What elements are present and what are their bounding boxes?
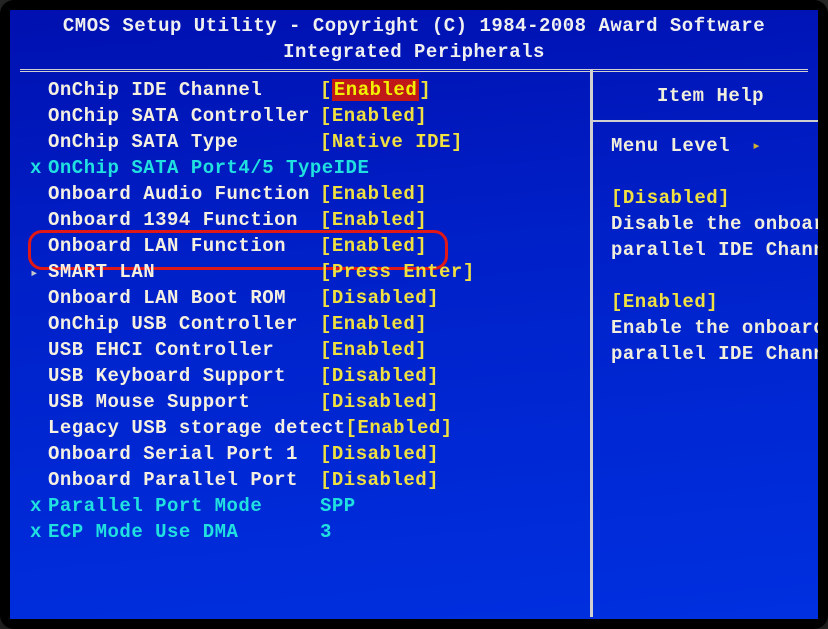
page-title: CMOS Setup Utility - Copyright (C) 1984-… xyxy=(63,15,765,37)
setting-row[interactable]: Onboard Audio Function[Enabled] xyxy=(30,182,582,208)
help-text: parallel IDE Chann xyxy=(611,342,810,368)
setting-value: SPP xyxy=(320,494,356,520)
row-prefix: x xyxy=(30,494,48,520)
setting-label: OnChip SATA Type xyxy=(48,130,320,156)
help-title: Item Help xyxy=(611,78,810,120)
setting-row: xECP Mode Use DMA3 xyxy=(30,520,582,546)
setting-value: [Enabled] xyxy=(346,416,453,442)
setting-value: [Disabled] xyxy=(320,364,439,390)
help-heading: [Enabled] xyxy=(611,290,810,316)
setting-value: [Enabled] xyxy=(320,78,431,104)
setting-label: Onboard LAN Function xyxy=(48,234,320,260)
setting-value: [Press Enter] xyxy=(320,260,475,286)
setting-value: [Enabled] xyxy=(320,338,427,364)
setting-label: Parallel Port Mode xyxy=(48,494,320,520)
menu-level: Menu Level ▸ xyxy=(611,134,810,160)
help-text: Enable the onboard xyxy=(611,316,810,342)
setting-value: [Enabled] xyxy=(320,234,427,260)
setting-label: Onboard Serial Port 1 xyxy=(48,442,320,468)
setting-value: [Enabled] xyxy=(320,104,427,130)
setting-value: [Disabled] xyxy=(320,442,439,468)
setting-value: 3 xyxy=(320,520,332,546)
setting-value: [Enabled] xyxy=(320,208,427,234)
setting-value: [Enabled] xyxy=(320,182,427,208)
setting-label: Onboard Parallel Port xyxy=(48,468,320,494)
setting-value: [Disabled] xyxy=(320,468,439,494)
setting-value: [Disabled] xyxy=(320,286,439,312)
help-heading: [Disabled] xyxy=(611,186,810,212)
setting-row[interactable]: Legacy USB storage detect[Enabled] xyxy=(30,416,582,442)
setting-value: [Disabled] xyxy=(320,390,439,416)
help-text: Disable the onboar xyxy=(611,212,810,238)
setting-label: Onboard Audio Function xyxy=(48,182,320,208)
setting-row[interactable]: OnChip SATA Type[Native IDE] xyxy=(30,130,582,156)
setting-row[interactable]: USB Mouse Support[Disabled] xyxy=(30,390,582,416)
setting-value: IDE xyxy=(334,156,370,182)
row-prefix: x xyxy=(30,520,48,546)
setting-label: USB Keyboard Support xyxy=(48,364,320,390)
setting-label: OnChip IDE Channel xyxy=(48,78,320,104)
chevron-right-icon: ▸ xyxy=(752,137,762,157)
help-panel: Item Help Menu Level ▸ [Disabled]Disable… xyxy=(593,72,818,617)
setting-row[interactable]: SMART LAN[Press Enter] xyxy=(30,260,582,286)
setting-row: xParallel Port ModeSPP xyxy=(30,494,582,520)
setting-row[interactable]: Onboard Parallel Port[Disabled] xyxy=(30,468,582,494)
row-prefix xyxy=(30,260,48,286)
setting-row[interactable]: OnChip USB Controller[Enabled] xyxy=(30,312,582,338)
setting-row[interactable]: Onboard Serial Port 1[Disabled] xyxy=(30,442,582,468)
help-divider xyxy=(593,120,818,122)
setting-row[interactable]: USB EHCI Controller[Enabled] xyxy=(30,338,582,364)
setting-row[interactable]: USB Keyboard Support[Disabled] xyxy=(30,364,582,390)
setting-row[interactable]: Onboard LAN Function[Enabled] xyxy=(30,234,582,260)
setting-label: OnChip SATA Controller xyxy=(48,104,320,130)
row-prefix: x xyxy=(30,156,48,182)
setting-label: OnChip USB Controller xyxy=(48,312,320,338)
help-text: parallel IDE Chann xyxy=(611,238,810,264)
setting-label: ECP Mode Use DMA xyxy=(48,520,320,546)
setting-label: USB Mouse Support xyxy=(48,390,320,416)
setting-label: USB EHCI Controller xyxy=(48,338,320,364)
setting-row[interactable]: OnChip SATA Controller[Enabled] xyxy=(30,104,582,130)
setting-row: xOnChip SATA Port4/5 TypeIDE xyxy=(30,156,582,182)
setting-label: OnChip SATA Port4/5 Type xyxy=(48,156,334,182)
setting-label: Onboard LAN Boot ROM xyxy=(48,286,320,312)
setting-label: Onboard 1394 Function xyxy=(48,208,320,234)
setting-row[interactable]: Onboard 1394 Function[Enabled] xyxy=(30,208,582,234)
settings-panel: OnChip IDE Channel[Enabled]OnChip SATA C… xyxy=(10,72,590,617)
setting-label: Legacy USB storage detect xyxy=(48,416,346,442)
setting-label: SMART LAN xyxy=(48,260,320,286)
setting-value: [Native IDE] xyxy=(320,130,463,156)
setting-value: [Enabled] xyxy=(320,312,427,338)
setting-row[interactable]: OnChip IDE Channel[Enabled] xyxy=(30,78,582,104)
setting-row[interactable]: Onboard LAN Boot ROM[Disabled] xyxy=(30,286,582,312)
page-subtitle: Integrated Peripherals xyxy=(10,40,818,66)
